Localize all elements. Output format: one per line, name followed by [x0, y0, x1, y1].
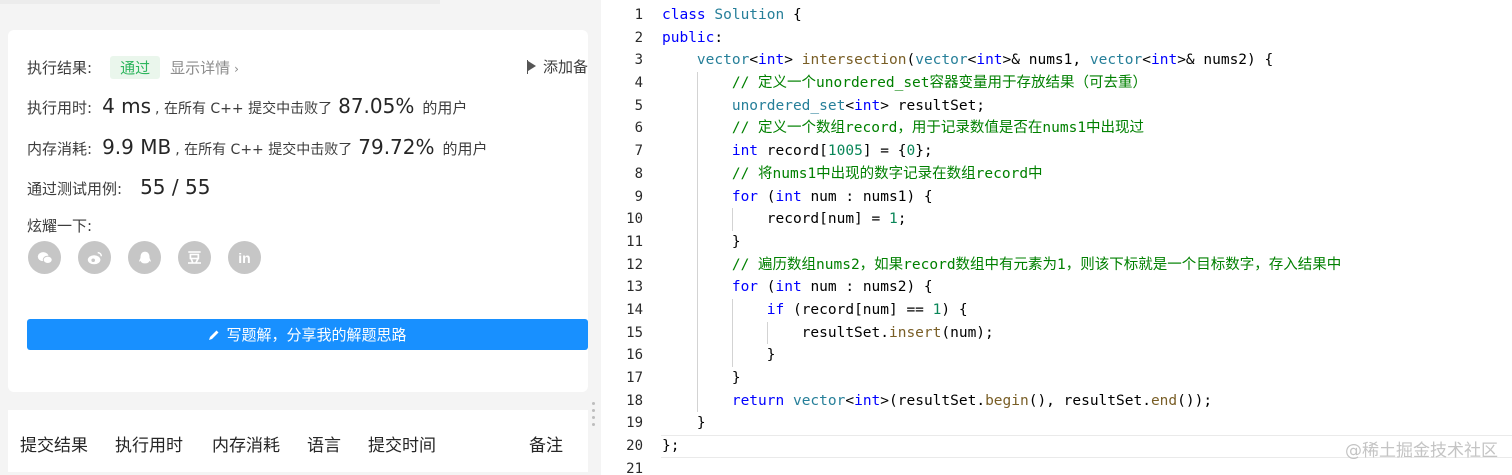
panel-splitter[interactable]	[592, 402, 596, 426]
share-row: 炫耀一下:	[27, 215, 92, 236]
memory-value: 9.9 MB	[102, 135, 172, 159]
line-number: 8	[634, 165, 643, 182]
show-details-link[interactable]: 显示详情 ›	[170, 57, 239, 78]
line-number: 6	[634, 120, 643, 137]
memory-tail-text: 的用户	[442, 140, 488, 158]
tests-value: 55 / 55	[140, 175, 211, 199]
code-line[interactable]: // 将nums1中出现的数字记录在数组record中	[662, 162, 1341, 186]
status-row: 执行结果: 通过 显示详情 ›	[27, 56, 239, 79]
line-number: 3	[634, 52, 643, 69]
chevron-right-icon: ›	[234, 62, 239, 76]
qq-glyph	[138, 251, 151, 263]
code-line[interactable]: }	[662, 230, 1341, 254]
line-number: 13	[626, 279, 643, 296]
line-number: 18	[626, 392, 643, 409]
line-number: 17	[626, 370, 643, 386]
status-badge: 通过	[110, 56, 161, 79]
column-header-note[interactable]: 备注	[529, 431, 563, 456]
code-line[interactable]: };	[662, 435, 1341, 458]
column-header-result[interactable]: 提交结果	[20, 431, 88, 456]
code-line[interactable]: record[num] = 1;	[662, 208, 1341, 231]
code-line[interactable]: if (record[num] == 1) {	[662, 298, 1341, 322]
pencil-icon	[209, 330, 219, 340]
line-number: 10	[626, 211, 643, 228]
wechat-glyph	[37, 251, 53, 264]
memory-percent: 79.72%	[358, 135, 435, 159]
tests-row: 通过测试用例: 55 / 55	[27, 175, 210, 199]
code-area[interactable]: class Solution {public: vector<int> inte…	[662, 4, 1341, 475]
line-number: 7	[634, 143, 643, 160]
memory-label: 内存消耗:	[27, 140, 93, 158]
line-number: 1	[634, 7, 643, 23]
add-note-button[interactable]: 添加备	[526, 56, 588, 77]
code-line[interactable]: for (int num : nums1) {	[662, 185, 1341, 209]
qq-icon[interactable]	[128, 241, 161, 274]
code-line[interactable]: class Solution {	[662, 4, 1341, 27]
code-line[interactable]: for (int num : nums2) {	[662, 276, 1341, 299]
douban-icon[interactable]: 豆	[178, 241, 211, 274]
runtime-value: 4 ms	[102, 94, 152, 118]
line-number: 14	[626, 301, 643, 318]
code-line[interactable]	[662, 458, 1341, 475]
line-number: 2	[634, 29, 643, 46]
code-line[interactable]: }	[662, 344, 1341, 367]
add-note-label: 添加备	[542, 58, 588, 76]
code-line[interactable]: int record[1005] = {0};	[662, 140, 1341, 163]
memory-mid-text: , 在所有 C++ 提交中击败了	[175, 142, 353, 158]
show-details-label: 显示详情	[170, 59, 231, 77]
douban-glyph: 豆	[187, 249, 202, 266]
wechat-icon[interactable]	[28, 241, 61, 274]
code-line[interactable]: }	[662, 412, 1341, 435]
memory-row: 内存消耗: 9.9 MB , 在所有 C++ 提交中击败了 79.72% 的用户	[27, 135, 488, 159]
code-line[interactable]: // 定义一个数组record，用于记录数值是否在nums1中出现过	[662, 117, 1341, 141]
watermark: @稀土掘金技术社区	[1345, 441, 1498, 461]
code-editor[interactable]: 1 2 3 4 5 6 7 8 9 10 11 12 13 14 15 16 17 18 19 20 21 class …	[601, 0, 1512, 475]
weibo-glyph	[87, 251, 102, 264]
runtime-tail-text: 的用户	[422, 99, 468, 117]
code-line[interactable]: }	[662, 367, 1341, 390]
line-number-gutter: 1 2 3 4 5 6 7 8 9 10 11 12 13 14 15 16 17 18 19 20 21	[601, 4, 643, 475]
share-icons: 豆 in	[28, 241, 261, 274]
code-line[interactable]: vector<int> intersection(vector<int>& nu…	[662, 49, 1341, 72]
code-line[interactable]: // 遍历数组nums2，如果record数组中有元素为1，则该下标就是一个目标…	[662, 253, 1341, 277]
line-number: 15	[626, 324, 643, 341]
column-header-language[interactable]: 语言	[307, 431, 341, 456]
column-header-memory[interactable]: 内存消耗	[212, 431, 280, 456]
status-label: 执行结果:	[27, 59, 93, 77]
line-number: 4	[634, 75, 643, 92]
runtime-percent: 87.05%	[338, 94, 415, 118]
line-number: 12	[626, 256, 643, 273]
code-line[interactable]: unordered_set<int> resultSet;	[662, 94, 1341, 118]
line-number: 21	[626, 460, 643, 475]
column-header-time[interactable]: 提交时间	[368, 431, 436, 456]
line-number: 9	[634, 188, 643, 205]
line-number: 16	[626, 347, 643, 364]
submission-table-header: 提交结果 执行用时 内存消耗 语言 提交时间 备注	[8, 410, 588, 472]
weibo-icon[interactable]	[78, 241, 111, 274]
tests-label: 通过测试用例:	[27, 180, 123, 198]
runtime-mid-text: , 在所有 C++ 提交中击败了	[155, 101, 333, 117]
column-header-runtime[interactable]: 执行用时	[115, 431, 183, 456]
code-line[interactable]: return vector<int>(resultSet.begin(), re…	[662, 389, 1341, 413]
line-number: 20	[626, 438, 643, 455]
line-number: 5	[634, 97, 643, 114]
top-strip	[0, 0, 440, 4]
linkedin-glyph: in	[238, 249, 251, 266]
code-line[interactable]: public:	[662, 27, 1341, 50]
line-number: 11	[626, 233, 643, 250]
write-solution-label: 写题解，分享我的解题思路	[226, 326, 407, 344]
runtime-row: 执行用时: 4 ms , 在所有 C++ 提交中击败了 87.05% 的用户	[27, 94, 467, 118]
line-number: 19	[626, 415, 643, 432]
write-solution-button[interactable]: 写题解，分享我的解题思路	[27, 319, 588, 350]
flag-icon	[526, 59, 539, 74]
code-line[interactable]: // 定义一个unordered_set容器变量用于存放结果（可去重）	[662, 72, 1341, 95]
runtime-label: 执行用时:	[27, 99, 93, 117]
share-label: 炫耀一下:	[27, 217, 93, 235]
code-line[interactable]: resultSet.insert(num);	[662, 321, 1341, 345]
linkedin-icon[interactable]: in	[228, 241, 261, 274]
